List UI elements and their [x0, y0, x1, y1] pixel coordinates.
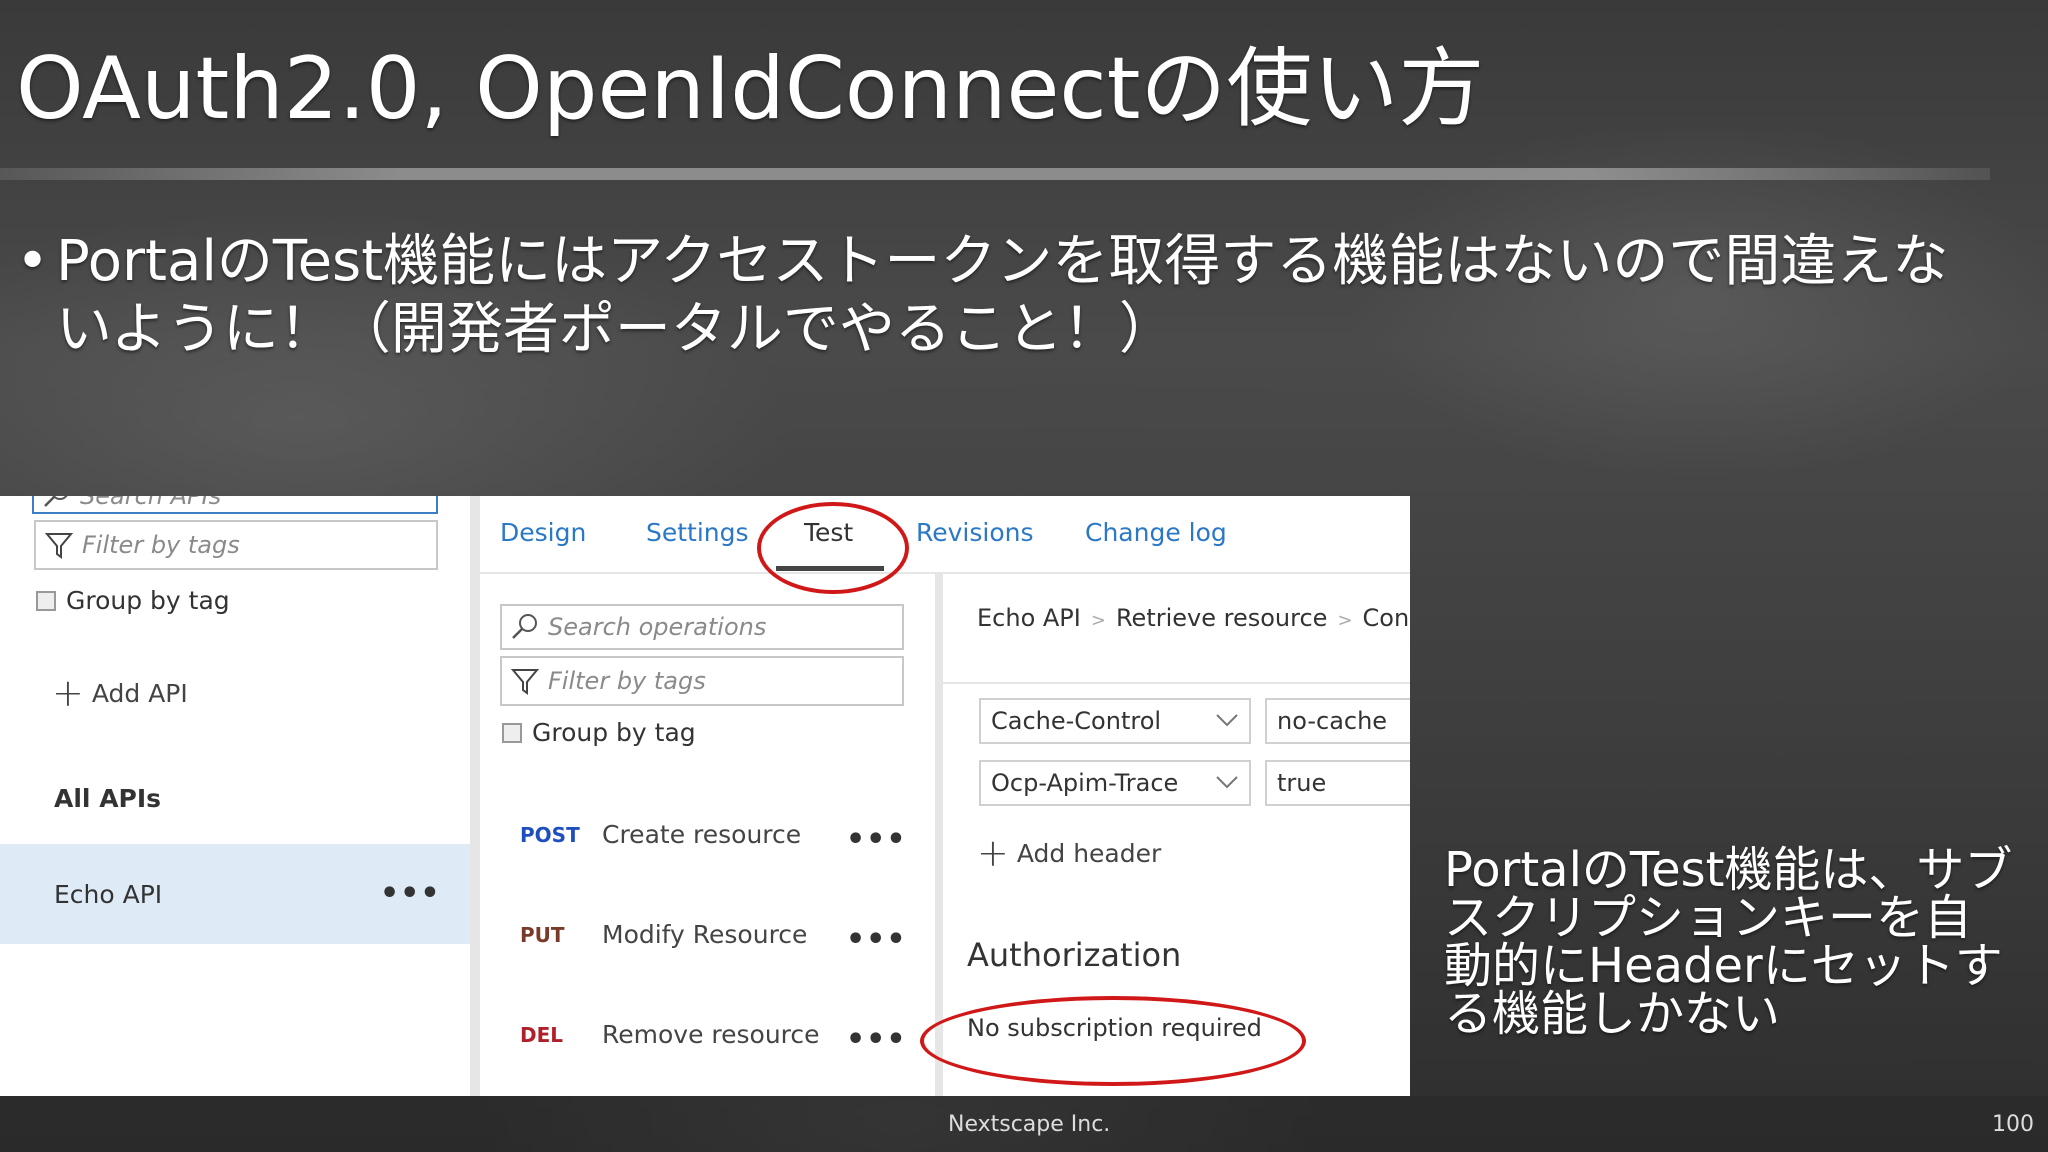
callout-line-1: PortalのTest機能は、サブ: [1444, 842, 2013, 898]
chevron-down-icon: [1216, 776, 1238, 789]
more-icon[interactable]: •••: [846, 922, 907, 957]
bullet-line-2: いように！（開発者ポータルでやること！）: [56, 297, 1175, 362]
checkbox-box[interactable]: [502, 722, 522, 743]
chevron-down-icon: [1216, 714, 1238, 727]
slide-title: OAuth2.0, OpenIdConnectの使い方: [16, 39, 1485, 139]
search-operations-input[interactable]: Search operations: [500, 604, 904, 650]
authorization-heading: Authorization: [967, 936, 1182, 974]
page-number: 100: [1992, 1112, 2034, 1137]
callout-text: PortalのTest機能は、サブ スクリプションキーを自 動的にHeaderに…: [1444, 846, 2024, 1038]
breadcrumb-separator: >: [1090, 610, 1106, 631]
portal-screenshot: Search APIs Filter by tags Group by tag …: [0, 496, 1410, 1096]
search-operations-placeholder: Search operations: [548, 613, 767, 641]
filter-icon: [510, 669, 540, 695]
search-icon: [512, 614, 537, 639]
footer-company: Nextscape Inc.: [948, 1112, 1111, 1137]
operation-name: Remove resource: [602, 1020, 820, 1049]
title-divider: [0, 168, 1990, 180]
plus-icon: +: [52, 671, 84, 715]
bullet-point: • PortalのTest機能にはアクセストークンを取得する機能はないので間違え…: [16, 228, 2036, 364]
add-api-button[interactable]: + Add API: [52, 674, 188, 712]
verb-badge: POST: [520, 822, 580, 847]
filter-apis-input[interactable]: Filter by tags: [34, 520, 438, 570]
tab-revisions[interactable]: Revisions: [916, 518, 1034, 547]
breadcrumb-api[interactable]: Echo API: [977, 604, 1081, 632]
search-apis-input[interactable]: Search APIs: [32, 496, 438, 514]
operation-row-del[interactable]: DEL Remove resource: [520, 1020, 820, 1049]
header-name-select[interactable]: Cache-Control: [979, 698, 1251, 744]
api-item-label: Echo API: [54, 879, 163, 909]
verb-badge: PUT: [520, 922, 565, 947]
search-icon: [44, 496, 68, 507]
more-icon[interactable]: •••: [846, 822, 907, 857]
breadcrumb-separator: >: [1337, 610, 1353, 631]
filter-icon: [44, 533, 74, 559]
header-name-select[interactable]: Ocp-Apim-Trace: [979, 760, 1251, 806]
all-apis-heading: All APIs: [54, 784, 162, 813]
add-header-label: Add header: [1016, 838, 1162, 868]
filter-operations-placeholder: Filter by tags: [548, 667, 706, 695]
callout-line-4: る機能しかない: [1444, 986, 1781, 1042]
add-header-button[interactable]: + Add header: [977, 834, 1161, 872]
verb-badge: DEL: [520, 1022, 564, 1047]
search-apis-placeholder: Search APIs: [80, 496, 222, 510]
bullet-dot: •: [16, 229, 50, 294]
api-item-echo[interactable]: Echo API •••: [0, 844, 470, 944]
plus-icon: +: [977, 831, 1009, 875]
breadcrumb-operation[interactable]: Retrieve resource: [1116, 604, 1327, 632]
operation-row-put[interactable]: PUT Modify Resource: [520, 920, 807, 949]
tab-design[interactable]: Design: [500, 518, 586, 547]
highlight-test-tab: [757, 502, 909, 594]
header-value: no-cache: [1277, 707, 1388, 735]
add-api-label: Add API: [91, 678, 188, 708]
group-by-tag-checkbox[interactable]: Group by tag: [502, 718, 696, 747]
breadcrumb: Echo API > Retrieve resource > Cons: [977, 604, 1410, 632]
operation-name: Create resource: [602, 820, 802, 849]
breadcrumb-divider: [943, 682, 1410, 684]
more-icon[interactable]: •••: [846, 1022, 907, 1057]
bullet-line-1: PortalのTest機能にはアクセストークンを取得する機能はないので間違えな: [56, 229, 1949, 294]
header-name-value: Cache-Control: [991, 707, 1162, 735]
more-icon[interactable]: •••: [380, 876, 441, 911]
filter-operations-input[interactable]: Filter by tags: [500, 656, 904, 706]
tab-change-log[interactable]: Change log: [1085, 518, 1227, 547]
column-divider: [935, 574, 943, 1096]
group-by-tag-label: Group by tag: [66, 586, 230, 615]
callout-line-3: 動的にHeaderにセットす: [1444, 938, 2003, 994]
header-value-input[interactable]: no-cache: [1265, 698, 1410, 744]
highlight-no-subscription: [920, 996, 1306, 1086]
header-value: true: [1277, 769, 1327, 797]
tab-settings[interactable]: Settings: [646, 518, 749, 547]
group-by-tag-checkbox[interactable]: Group by tag: [36, 586, 230, 615]
tab-bar: Design Settings Test Revisions Change lo…: [480, 496, 1410, 574]
api-list-panel: Search APIs Filter by tags Group by tag …: [0, 496, 470, 1096]
column-divider: [470, 496, 480, 1096]
breadcrumb-current[interactable]: Cons: [1363, 604, 1410, 632]
group-by-tag-label: Group by tag: [532, 718, 696, 747]
header-name-value: Ocp-Apim-Trace: [991, 769, 1179, 797]
filter-apis-placeholder: Filter by tags: [82, 531, 240, 559]
operation-row-post[interactable]: POST Create resource: [520, 820, 801, 849]
operation-name: Modify Resource: [602, 920, 808, 949]
callout-line-2: スクリプションキーを自: [1444, 890, 1973, 946]
checkbox-box[interactable]: [36, 590, 56, 611]
header-value-input[interactable]: true: [1265, 760, 1410, 806]
